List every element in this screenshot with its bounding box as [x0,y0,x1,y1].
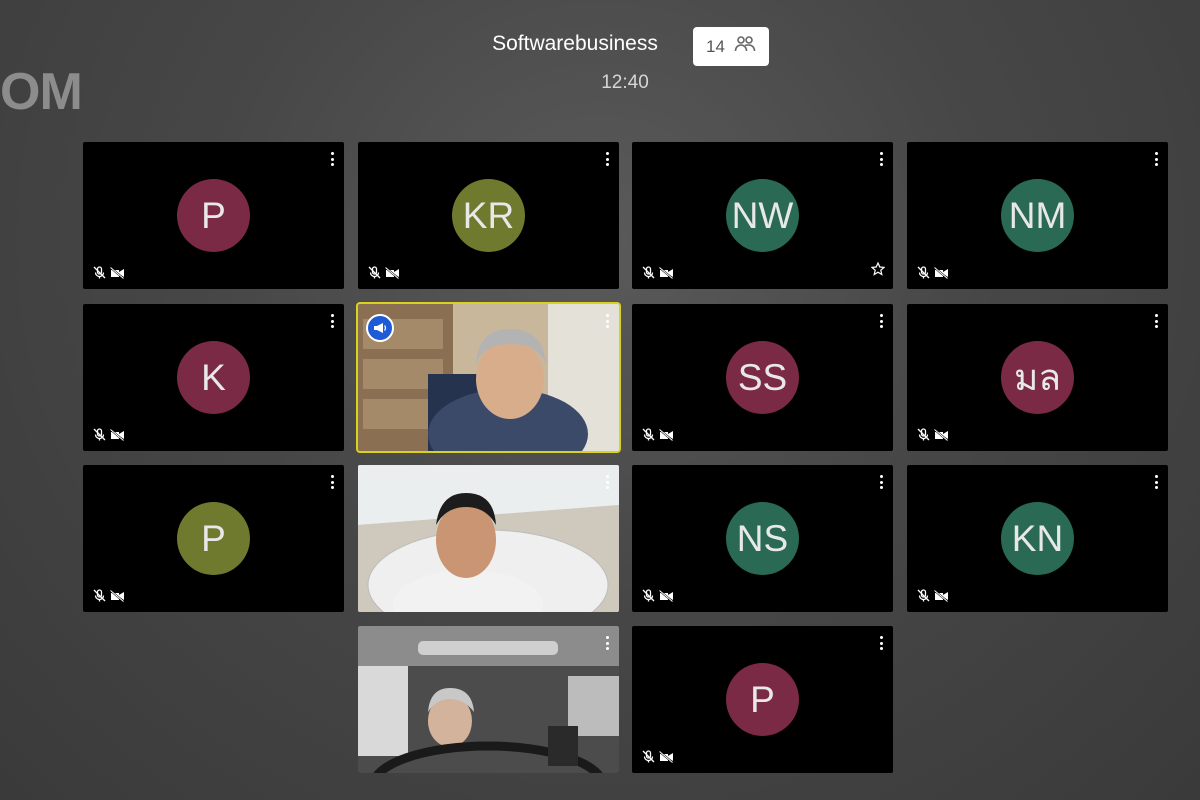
participant-tile[interactable]: NS [632,465,893,612]
more-vertical-icon[interactable] [1150,150,1162,168]
mic-off-icon [93,589,106,602]
participant-avatar: P [177,179,250,252]
participant-tile[interactable]: NW [632,142,893,289]
camera-off-icon [659,750,674,763]
more-vertical-icon[interactable] [875,312,887,330]
participant-tile[interactable]: P [632,626,893,773]
more-vertical-icon[interactable] [601,312,613,330]
more-vertical-icon[interactable] [601,634,613,652]
media-status [642,589,674,602]
participant-tile[interactable]: NM [907,142,1168,289]
camera-off-icon [385,266,400,279]
meeting-title: Softwarebusiness [492,32,658,55]
participant-avatar: NM [1001,179,1074,252]
mic-off-icon [642,589,655,602]
camera-off-icon [659,589,674,602]
more-vertical-icon[interactable] [326,312,338,330]
media-status [917,589,949,602]
mic-off-icon [642,428,655,441]
participant-tile[interactable]: SS [632,304,893,451]
meeting-timer: 12:40 [601,72,649,93]
more-vertical-icon[interactable] [601,473,613,491]
mic-off-icon [642,750,655,763]
mic-off-icon [368,266,381,279]
participant-tile[interactable]: P [83,142,344,289]
more-vertical-icon[interactable] [601,150,613,168]
people-icon [734,35,756,58]
more-vertical-icon[interactable] [875,473,887,491]
media-status [93,266,125,279]
star-icon[interactable] [870,261,886,281]
participant-avatar: มล [1001,341,1074,414]
camera-off-icon [659,266,674,279]
mic-off-icon [93,266,106,279]
participant-avatar: NS [726,502,799,575]
more-vertical-icon[interactable] [326,150,338,168]
participant-avatar: P [726,663,799,736]
participant-tile[interactable] [356,302,621,453]
more-vertical-icon[interactable] [1150,312,1162,330]
mic-off-icon [93,428,106,441]
media-status [93,589,125,602]
media-status [917,428,949,441]
participant-avatar: KN [1001,502,1074,575]
media-status [642,428,674,441]
media-status [642,750,674,763]
participant-avatar: KR [452,179,525,252]
mic-off-icon [917,428,930,441]
participant-tile[interactable] [358,626,619,773]
mic-off-icon [917,589,930,602]
more-vertical-icon[interactable] [326,473,338,491]
participant-avatar: SS [726,341,799,414]
participant-tile[interactable]: มล [907,304,1168,451]
more-vertical-icon[interactable] [1150,473,1162,491]
meeting-header: Softwarebusiness 14 12:40 [0,0,1200,110]
camera-off-icon [110,266,125,279]
media-status [368,266,400,279]
camera-off-icon [934,589,949,602]
camera-off-icon [110,589,125,602]
media-status [642,266,674,279]
participant-tile[interactable]: P [83,465,344,612]
participant-avatar: NW [726,179,799,252]
more-vertical-icon[interactable] [875,150,887,168]
camera-off-icon [934,428,949,441]
mic-off-icon [642,266,655,279]
camera-off-icon [934,266,949,279]
participant-avatar: K [177,341,250,414]
participant-tile[interactable]: KR [358,142,619,289]
participant-avatar: P [177,502,250,575]
camera-off-icon [659,428,674,441]
participant-tile[interactable]: KN [907,465,1168,612]
mic-off-icon [917,266,930,279]
camera-off-icon [110,428,125,441]
more-vertical-icon[interactable] [875,634,887,652]
media-status [93,428,125,441]
megaphone-icon [366,314,394,342]
participant-count: 14 [706,36,725,56]
participant-tile[interactable] [358,465,619,612]
participant-tile[interactable]: K [83,304,344,451]
media-status [917,266,949,279]
participants-button[interactable]: 14 [693,27,769,66]
